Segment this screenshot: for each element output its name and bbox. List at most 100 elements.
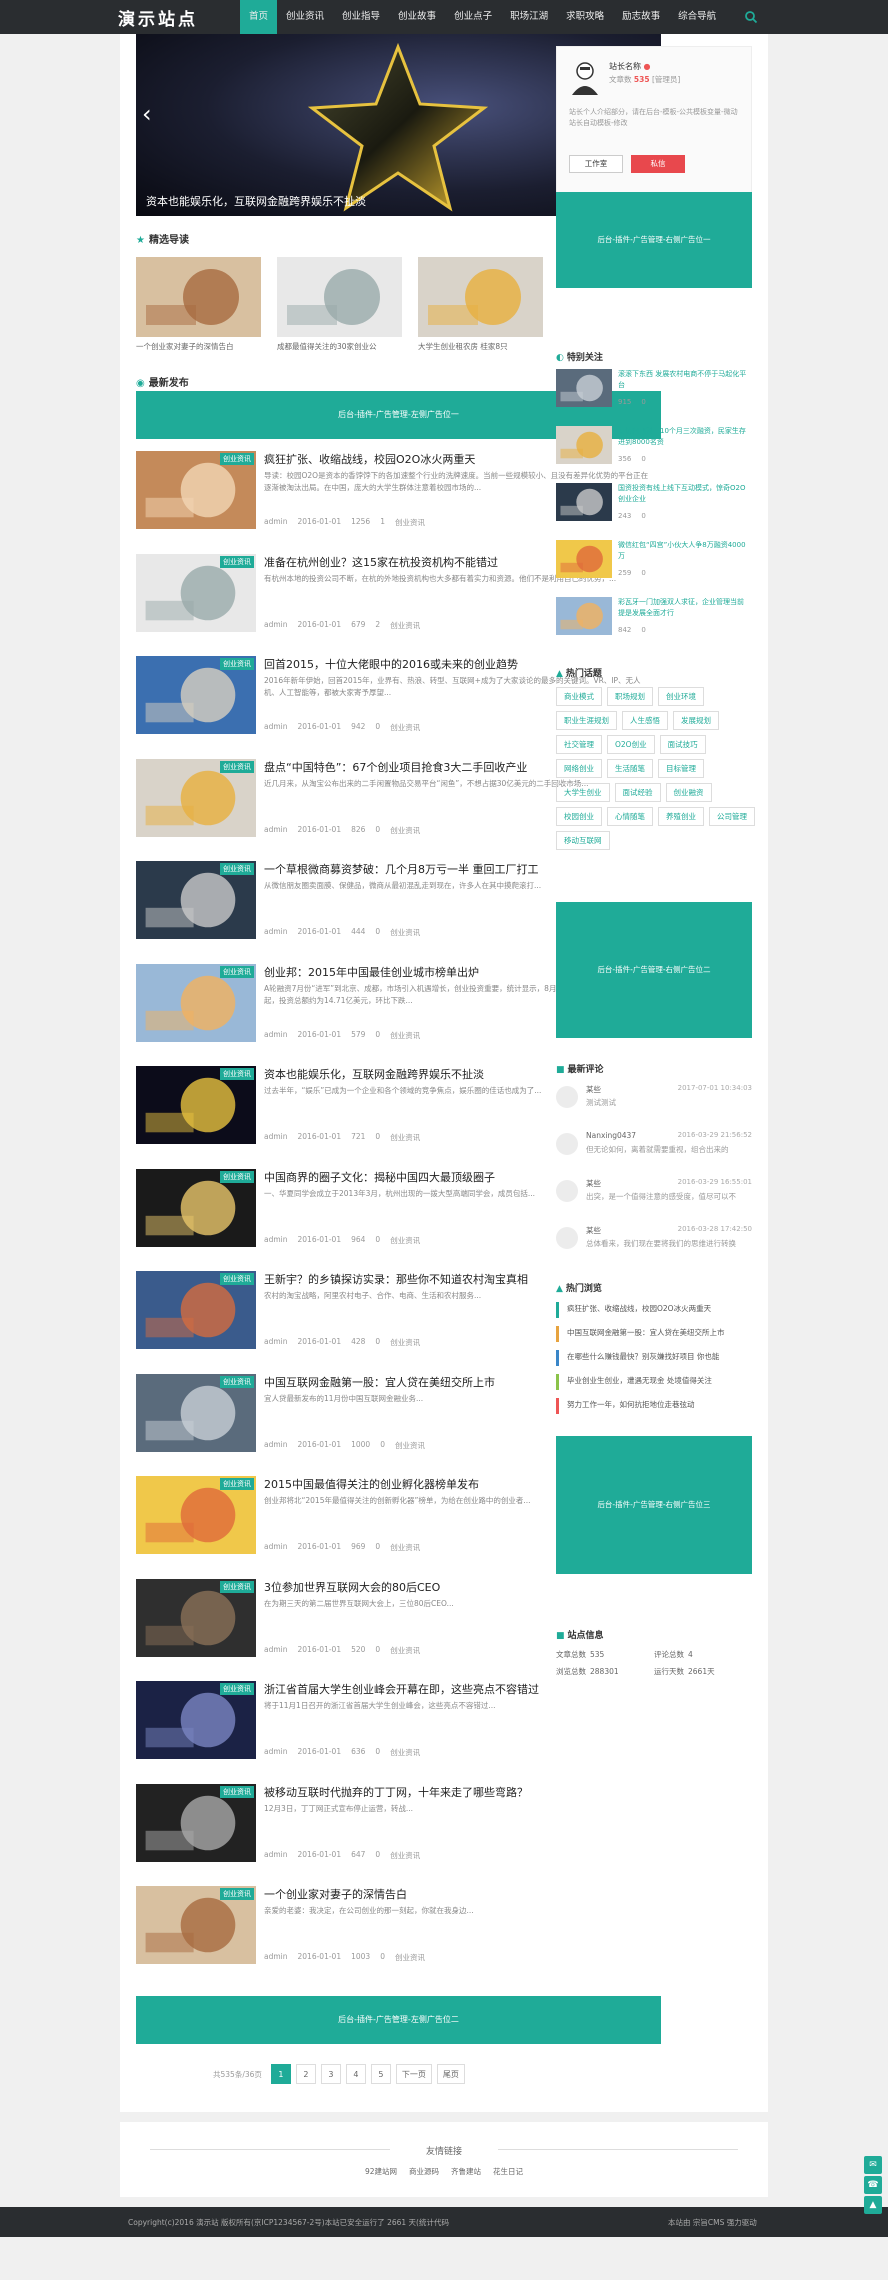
special-title[interactable]: 彩瓦牙一门加强双人求征，企业管理当前提是发展全面才行 (618, 597, 750, 619)
category-meta[interactable]: 创业资讯 (395, 1440, 425, 1451)
author-meta[interactable]: admin (264, 1952, 288, 1963)
nav-item[interactable]: 创业指导 (333, 0, 389, 34)
special-thumb[interactable] (556, 426, 612, 464)
category-badge[interactable]: 创业资讯 (220, 1580, 254, 1593)
special-title[interactable]: 专访阿飞科：10个月三次融资，民家生存进到8000名资 (618, 426, 750, 448)
tag[interactable]: 目标管理 (658, 759, 704, 778)
category-badge[interactable]: 创业资讯 (220, 555, 254, 568)
category-meta[interactable]: 创业资讯 (390, 1850, 420, 1861)
commenter-name[interactable]: 某些 (586, 1225, 601, 1236)
featured-card[interactable]: 大学生创业租农房 桂家8只 (418, 257, 543, 352)
article-title[interactable]: 王新宇？的乡镇探访实录：那些你不知道农村淘宝真相 (264, 1271, 528, 1287)
article-thumb[interactable]: 创业资讯 (136, 1681, 256, 1759)
category-badge[interactable]: 创业资讯 (220, 1068, 254, 1080)
nav-item[interactable]: 创业资讯 (277, 0, 333, 34)
tag[interactable]: 移动互联网 (556, 831, 610, 850)
search-icon[interactable] (744, 10, 758, 24)
tag[interactable]: 心情随笔 (607, 807, 653, 826)
category-meta[interactable]: 创业资讯 (390, 620, 420, 631)
qq-icon[interactable]: ✉ (864, 2156, 882, 2174)
author-meta[interactable]: admin (264, 722, 288, 733)
slider-prev-icon[interactable]: ‹ (142, 100, 152, 128)
author-meta[interactable]: admin (264, 1235, 288, 1246)
article-thumb[interactable]: 创业资讯 (136, 1476, 256, 1554)
category-meta[interactable]: 创业资讯 (390, 1542, 420, 1553)
tag[interactable]: 职场规划 (607, 687, 653, 706)
featured-title[interactable]: 一个创业家对妻子的深情告白 (136, 341, 261, 352)
article-title[interactable]: 2015中国最值得关注的创业孵化器榜单发布 (264, 1476, 479, 1492)
category-badge[interactable]: 创业资讯 (220, 1888, 254, 1900)
tag[interactable]: 面试经验 (614, 783, 661, 802)
featured-thumb[interactable] (136, 257, 261, 337)
tag[interactable]: 大学生创业 (556, 783, 610, 802)
tag[interactable]: 创业环境 (658, 687, 704, 706)
article-title[interactable]: 3位参加世界互联网大会的80后CEO (264, 1579, 440, 1595)
nav-item[interactable]: 求职攻略 (557, 0, 613, 34)
comment-text[interactable]: 测试测试 (586, 1097, 616, 1108)
tag[interactable]: 社交管理 (556, 735, 602, 754)
category-badge[interactable]: 创业资讯 (220, 1170, 254, 1183)
category-badge[interactable]: 创业资讯 (220, 1785, 254, 1798)
tag[interactable]: 面试技巧 (659, 735, 706, 754)
special-thumb[interactable] (556, 597, 612, 635)
page-link[interactable]: 2 (295, 2064, 316, 2084)
nav-item[interactable]: 创业点子 (445, 0, 501, 34)
article-title[interactable]: 浙江省首届大学生创业峰会开幕在即，这些亮点不容错过 (264, 1681, 539, 1697)
tag[interactable]: 公司管理 (709, 807, 755, 826)
article-title[interactable]: 回首2015，十位大佬眼中的2016或未来的创业趋势 (264, 656, 518, 672)
nav-item[interactable]: 职场江湖 (501, 0, 557, 34)
author-meta[interactable]: admin (264, 1337, 288, 1348)
studio-button[interactable]: 工作室 (569, 155, 623, 173)
tag[interactable]: 网络创业 (556, 759, 602, 778)
article-title[interactable]: 准备在杭州创业？这15家在杭投资机构不能错过 (264, 554, 498, 570)
article-thumb[interactable]: 创业资讯 (136, 1783, 256, 1862)
author-meta[interactable]: admin (264, 927, 288, 938)
slider-caption[interactable]: 资本也能娱乐化，互联网金融跨界娱乐不扯淡 (146, 193, 366, 209)
hot-item[interactable]: 疯狂扩张、收缩战线，校园O2O冰火两重天 (556, 1302, 752, 1318)
tag[interactable]: 人生感悟 (622, 711, 668, 730)
article-thumb[interactable]: 创业资讯 (136, 1168, 256, 1247)
featured-title[interactable]: 成都最值得关注的30家创业公 (277, 341, 402, 352)
article-thumb[interactable]: 创业资讯 (136, 1886, 256, 1964)
back-to-top-icon[interactable]: ▲ (864, 2196, 882, 2214)
tag[interactable]: 创业融资 (665, 783, 712, 802)
special-thumb[interactable] (556, 483, 612, 521)
comment-text[interactable]: 但无论如何，离着就需要重视，组合出来的 (586, 1144, 729, 1155)
featured-title[interactable]: 大学生创业租农房 桂家8只 (418, 341, 543, 352)
left-ad-2[interactable]: 后台-插件-广告管理-左侧广告位二 (136, 1996, 661, 2044)
category-badge[interactable]: 创业资讯 (220, 1375, 254, 1388)
nav-item[interactable]: 励志故事 (613, 0, 669, 34)
category-badge[interactable]: 创业资讯 (220, 863, 254, 875)
commenter-name[interactable]: Nanxing0437 (586, 1131, 636, 1140)
nav-item[interactable]: 综合导航 (669, 0, 725, 34)
page-link[interactable]: 下一页 (395, 2064, 432, 2084)
article-title[interactable]: 一个创业家对妻子的深情告白 (264, 1886, 407, 1902)
special-title[interactable]: 滚滚下东西 发展农村电商不停于马起化平台 (618, 369, 750, 391)
message-button[interactable]: 私信 (631, 155, 685, 173)
tag[interactable]: O2O创业 (607, 735, 655, 754)
featured-card[interactable]: 一个创业家对妻子的深情告白 (136, 257, 261, 352)
category-meta[interactable]: 创业资讯 (395, 517, 425, 528)
article-thumb[interactable]: 创业资讯 (136, 1578, 256, 1657)
tag[interactable]: 生活随笔 (607, 759, 653, 778)
author-meta[interactable]: admin (264, 1747, 288, 1758)
friend-link[interactable]: 齐鲁建站 (451, 2167, 481, 2176)
tag[interactable]: 发展规划 (673, 711, 719, 730)
commenter-name[interactable]: 某些 (586, 1178, 601, 1189)
article-title[interactable]: 中国互联网金融第一股：宜人贷在美纽交所上市 (264, 1374, 495, 1390)
author-meta[interactable]: admin (264, 1132, 288, 1143)
article-title[interactable]: 中国商界的圈子文化：揭秘中国四大最顶级圈子 (264, 1169, 495, 1185)
special-thumb[interactable] (556, 369, 612, 407)
featured-thumb[interactable] (418, 257, 543, 337)
category-badge[interactable]: 创业资讯 (220, 1478, 254, 1490)
category-meta[interactable]: 创业资讯 (390, 1132, 420, 1143)
article-thumb[interactable]: 创业资讯 (136, 656, 256, 734)
article-title[interactable]: 被移动互联时代抛弃的丁丁网，十年来走了哪些弯路？ (264, 1784, 528, 1800)
hot-item[interactable]: 努力工作一年，如何抗拒地位走巷弦动 (556, 1398, 752, 1414)
category-badge[interactable]: 创业资讯 (220, 965, 254, 978)
author-meta[interactable]: admin (264, 1030, 288, 1041)
special-thumb[interactable] (556, 540, 612, 578)
special-title[interactable]: 微信红包“四宫”小伙大人争8万融资4000万 (618, 540, 750, 562)
author-meta[interactable]: admin (264, 1645, 288, 1656)
page-link[interactable]: 3 (320, 2064, 341, 2084)
